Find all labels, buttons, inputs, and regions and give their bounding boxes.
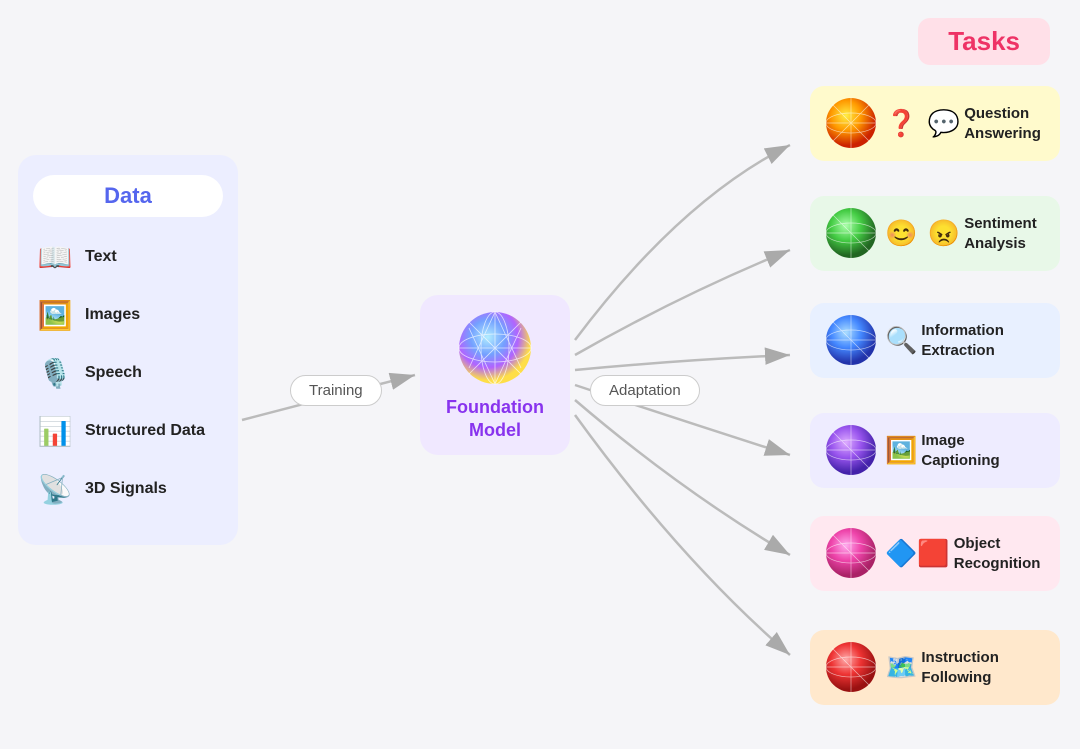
data-item-structured-label: Structured Data — [85, 422, 205, 440]
task-card-object-recognition: 🔷🟥 Object Recognition — [810, 516, 1060, 591]
qa-icon: ❓ — [885, 108, 917, 138]
info-label: Information Extraction — [921, 321, 1004, 360]
data-item-images: 🖼️ Images — [33, 293, 223, 337]
instruction-label: Instruction Following — [921, 648, 999, 687]
task-card-sentiment: 😊 😠 Sentiment Analysis — [810, 196, 1060, 271]
data-title-box: Data — [33, 175, 223, 217]
sentiment-label: Sentiment Analysis — [964, 214, 1037, 253]
object-label: Object Recognition — [954, 534, 1041, 573]
data-item-speech: 🎙️ Speech — [33, 351, 223, 395]
images-icon: 🖼️ — [33, 293, 77, 337]
data-item-speech-label: Speech — [85, 364, 142, 382]
object-icon: 🔷🟥 — [885, 538, 950, 569]
task-card-question-answering: ❓ 💬 Question Answering — [810, 86, 1060, 161]
text-icon: 📖 — [33, 235, 77, 279]
structured-icon: 📊 — [33, 409, 77, 453]
data-panel: Data 📖 Text 🖼️ Images 🎙️ Speech 📊 Struct… — [18, 155, 238, 545]
adaptation-label: Adaptation — [590, 375, 700, 406]
caption-sphere-icon — [824, 423, 879, 478]
foundation-model-box: Foundation Model — [420, 295, 570, 455]
sentiment-sphere-icon — [824, 206, 879, 261]
data-item-3d-label: 3D Signals — [85, 480, 167, 498]
info-sphere-icon — [824, 313, 879, 368]
tasks-title: Tasks — [948, 26, 1020, 56]
caption-label: Image Captioning — [921, 431, 999, 470]
3d-icon: 📡 — [33, 467, 77, 511]
qa-sphere-icon — [824, 96, 879, 151]
data-item-text-label: Text — [85, 248, 117, 266]
sentiment-sad-icon: 😠 — [928, 218, 960, 248]
task-card-image-captioning: 🖼️ Image Captioning — [810, 413, 1060, 488]
instruction-sphere-icon — [824, 640, 879, 695]
training-label: Training — [290, 375, 382, 406]
tasks-title-box: Tasks — [918, 18, 1050, 65]
instruction-icon: 🗺️ — [885, 652, 917, 683]
qa-label: Question Answering — [964, 104, 1041, 143]
foundation-sphere-icon — [455, 308, 535, 388]
training-text: Training — [309, 382, 363, 399]
speech-icon: 🎙️ — [33, 351, 77, 395]
data-item-3d: 📡 3D Signals — [33, 467, 223, 511]
object-sphere-icon — [824, 526, 879, 581]
task-card-info-extraction: 🔍 Information Extraction — [810, 303, 1060, 378]
data-item-structured: 📊 Structured Data — [33, 409, 223, 453]
qa-chat-icon: 💬 — [928, 108, 960, 138]
data-item-images-label: Images — [85, 306, 140, 324]
sentiment-happy-icon: 😊 — [885, 218, 917, 248]
foundation-title: Foundation Model — [446, 396, 544, 443]
data-item-text: 📖 Text — [33, 235, 223, 279]
task-card-instruction-following: 🗺️ Instruction Following — [810, 630, 1060, 705]
adaptation-text: Adaptation — [609, 382, 681, 399]
info-icon: 🔍 — [885, 325, 917, 356]
data-title: Data — [104, 183, 152, 208]
caption-icon: 🖼️ — [885, 435, 917, 466]
